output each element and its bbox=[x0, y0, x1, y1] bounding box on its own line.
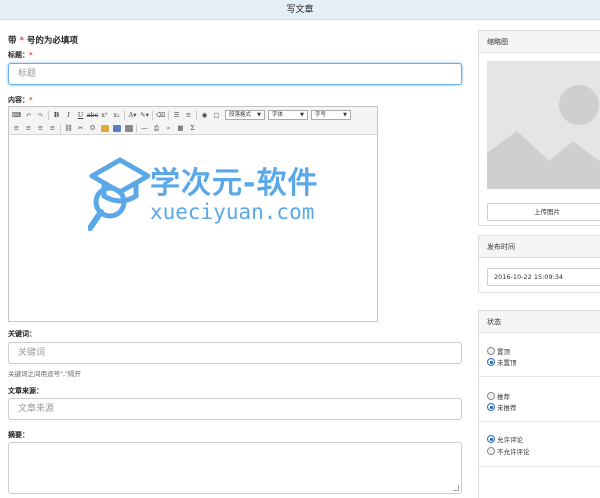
radio-recommend-on-label: 推荐 bbox=[497, 393, 510, 401]
required-note-suffix: 号的为必填项 bbox=[26, 36, 78, 46]
ordered-list-icon[interactable]: ☰ bbox=[171, 110, 182, 120]
chevron-down-icon: ▼ bbox=[257, 112, 261, 118]
redo-icon[interactable]: ↷ bbox=[35, 110, 46, 120]
radio-checked-icon[interactable] bbox=[487, 435, 495, 443]
link-icon[interactable]: ⛓ bbox=[63, 123, 74, 133]
table-icon[interactable]: ▦ bbox=[175, 123, 186, 133]
content-label: 内容：* bbox=[8, 95, 33, 105]
title-input[interactable]: 标题 bbox=[8, 63, 462, 85]
radio-checked-icon[interactable] bbox=[487, 358, 495, 366]
keywords-placeholder: 关键词 bbox=[18, 348, 46, 358]
unordered-list-icon[interactable]: ≡ bbox=[183, 110, 194, 120]
title-label: 标题：* bbox=[8, 50, 33, 60]
upload-image-button[interactable]: 上传图片 bbox=[487, 203, 600, 221]
publish-time-panel: 发布时间 2016-10-22 15:09:34 bbox=[478, 235, 600, 293]
radio-icon[interactable] bbox=[487, 347, 495, 355]
content-label-text: 内容： bbox=[8, 96, 29, 104]
bold-icon[interactable]: B bbox=[51, 110, 62, 120]
radio-comment-on[interactable]: 允许评论 bbox=[487, 434, 523, 444]
formula-icon[interactable]: Σ bbox=[187, 123, 198, 133]
status-title: 状态 bbox=[479, 311, 600, 333]
status-panel: 状态 置顶 未置顶 推荐 未推荐 允许评论 不允许评论 bbox=[478, 310, 600, 498]
required-note-prefix: 带 bbox=[8, 36, 17, 46]
undo-icon[interactable]: ↶ bbox=[23, 110, 34, 120]
emoji-icon[interactable]: ☺ bbox=[87, 123, 98, 133]
align-center-icon[interactable]: ≡ bbox=[23, 123, 34, 133]
eraser-icon[interactable]: ⌫ bbox=[155, 110, 166, 120]
italic-icon[interactable]: I bbox=[63, 110, 74, 120]
source-input[interactable]: 文章来源 bbox=[8, 398, 462, 420]
publish-datetime-input[interactable]: 2016-10-22 15:09:34 bbox=[487, 268, 600, 286]
align-left-icon[interactable]: ≡ bbox=[11, 123, 22, 133]
keywords-input[interactable]: 关键词 bbox=[8, 342, 462, 364]
paragraph-format-select[interactable]: 段落格式 ▼ bbox=[225, 110, 265, 120]
thumbnail-panel-title: 缩略图 bbox=[479, 31, 600, 53]
source-placeholder: 文章来源 bbox=[18, 404, 55, 414]
horizontal-rule-icon[interactable]: — bbox=[139, 123, 150, 133]
radio-recommend-off-label: 未推荐 bbox=[497, 404, 517, 412]
image-icon[interactable] bbox=[99, 123, 110, 133]
source-icon[interactable]: ⌨ bbox=[11, 110, 22, 120]
radio-comment-off[interactable]: 不允许评论 bbox=[487, 446, 530, 456]
title-required-star: * bbox=[29, 51, 33, 59]
chevron-down-icon: ▼ bbox=[300, 112, 304, 118]
unlink-icon[interactable]: ✂ bbox=[75, 123, 86, 133]
radio-checked-icon[interactable] bbox=[487, 403, 495, 411]
search-icon[interactable]: ⌕ bbox=[163, 123, 174, 133]
radio-recommend-off[interactable]: 未推荐 bbox=[487, 402, 517, 412]
watermark-url: xueciyuan.com bbox=[150, 200, 315, 224]
thumbnail-panel: 缩略图 上传图片 bbox=[478, 30, 600, 226]
align-right-icon[interactable]: ≡ bbox=[35, 123, 46, 133]
font-color-icon[interactable]: A▾ bbox=[127, 110, 138, 120]
radio-top-on-label: 置顶 bbox=[497, 348, 510, 356]
title-placeholder: 标题 bbox=[18, 69, 37, 79]
keywords-hint: 关键词之间用逗号","隔开 bbox=[8, 370, 82, 378]
image-placeholder-icon bbox=[487, 61, 600, 189]
superscript-icon[interactable]: x² bbox=[99, 110, 110, 120]
highlight-icon[interactable]: ✎▾ bbox=[139, 110, 150, 120]
radio-comment-on-label: 允许评论 bbox=[497, 436, 523, 444]
template-icon[interactable]: ▢ bbox=[211, 110, 222, 120]
keywords-label: 关键词： bbox=[8, 330, 36, 338]
font-family-select[interactable]: 字体 ▼ bbox=[268, 110, 308, 120]
font-size-value: 字号 bbox=[315, 112, 327, 118]
publish-time-title: 发布时间 bbox=[479, 236, 600, 258]
preview-icon[interactable]: ◉ bbox=[199, 110, 210, 120]
attachment-icon[interactable] bbox=[123, 123, 134, 133]
paragraph-format-value: 段落格式 bbox=[229, 112, 252, 118]
summary-label: 摘要： bbox=[8, 431, 29, 439]
page-title: 写文章 bbox=[286, 5, 314, 15]
source-label: 文章来源： bbox=[8, 387, 43, 395]
print-icon[interactable]: ⎙ bbox=[151, 123, 162, 133]
divider bbox=[479, 421, 600, 422]
underline-icon[interactable]: U bbox=[75, 110, 86, 120]
editor-toolbar: ⌨ ↶ ↷ B I U abc x² x₂ A▾ ✎▾ ⌫ ☰ ≡ ◉ ▢ 段落… bbox=[9, 107, 377, 135]
radio-top-on[interactable]: 置顶 bbox=[487, 346, 510, 356]
page-header: 写文章 bbox=[0, 0, 600, 20]
divider bbox=[479, 466, 600, 467]
video-icon[interactable] bbox=[111, 123, 122, 133]
divider bbox=[479, 376, 600, 377]
required-star: * bbox=[19, 36, 24, 46]
summary-textarea[interactable] bbox=[8, 442, 462, 494]
radio-icon[interactable] bbox=[487, 392, 495, 400]
radio-icon[interactable] bbox=[487, 447, 495, 455]
radio-comment-off-label: 不允许评论 bbox=[497, 448, 530, 456]
watermark-title: 学次元-软件 bbox=[150, 166, 319, 201]
required-note: 带 * 号的为必填项 bbox=[8, 34, 78, 46]
title-label-text: 标题： bbox=[8, 51, 29, 59]
content-required-star: * bbox=[29, 96, 33, 104]
align-justify-icon[interactable]: ≡ bbox=[47, 123, 58, 133]
radio-recommend-on[interactable]: 推荐 bbox=[487, 391, 510, 401]
font-family-value: 字体 bbox=[272, 112, 284, 118]
thumbnail-placeholder bbox=[487, 61, 600, 189]
resize-handle[interactable] bbox=[453, 485, 459, 491]
chevron-down-icon: ▼ bbox=[343, 112, 347, 118]
subscript-icon[interactable]: x₂ bbox=[111, 110, 122, 120]
radio-top-off-label: 未置顶 bbox=[497, 359, 517, 367]
watermark-logo-icon bbox=[88, 157, 150, 231]
strikethrough-icon[interactable]: abc bbox=[87, 110, 99, 120]
font-size-select[interactable]: 字号 ▼ bbox=[311, 110, 351, 120]
radio-top-off[interactable]: 未置顶 bbox=[487, 357, 517, 367]
